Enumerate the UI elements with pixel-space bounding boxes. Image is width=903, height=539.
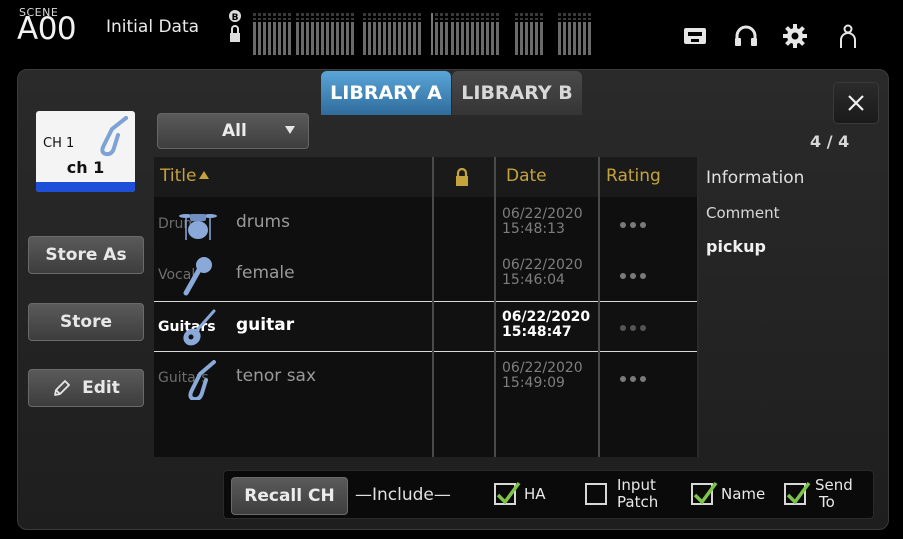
edit-button[interactable]: Edit <box>28 369 144 407</box>
user-icon[interactable] <box>835 23 861 49</box>
item-count: 4 / 4 <box>810 132 850 151</box>
include-input-patch-label: Input Patch <box>617 477 658 511</box>
store-button[interactable]: Store <box>28 303 144 341</box>
close-button[interactable] <box>833 82 879 124</box>
headphones-icon[interactable] <box>733 23 759 49</box>
comment-value: pickup <box>706 237 766 256</box>
edit-label: Edit <box>82 378 120 398</box>
row-date-day: 06/22/2020 <box>502 257 583 273</box>
level-meters <box>253 13 610 55</box>
column-date[interactable]: Date <box>506 166 547 186</box>
scene-name[interactable]: Initial Data <box>106 17 199 37</box>
recall-ch-button[interactable]: Recall CH <box>231 477 348 515</box>
saxophone-icon <box>100 116 128 157</box>
row-title: tenor sax <box>236 366 317 386</box>
comment-label: Comment <box>706 204 780 222</box>
row-date-time: 15:48:47 <box>502 324 572 340</box>
list-item[interactable]: Guitars tenor sax 06/22/2020 15:49:09 <box>154 353 699 404</box>
column-divider <box>494 157 496 457</box>
include-send-to-label: Send To <box>815 477 853 511</box>
row-date-day: 06/22/2020 <box>502 309 591 325</box>
row-date: 06/22/2020 15:49:09 <box>502 361 583 391</box>
meter-group <box>363 13 421 55</box>
include-send-to-checkbox[interactable] <box>784 481 811 505</box>
lock-icon[interactable] <box>454 167 470 187</box>
meter-group <box>515 13 543 55</box>
include-name-label: Name <box>721 485 766 503</box>
meter-group <box>451 13 499 55</box>
pencil-icon <box>54 380 71 396</box>
close-icon <box>848 95 864 111</box>
include-send-to-line1: Send <box>815 476 853 494</box>
include-input-patch-line1: Input <box>617 476 656 494</box>
gear-icon[interactable] <box>782 23 808 49</box>
channel-box[interactable]: CH 1 ch 1 <box>36 111 135 192</box>
list-border <box>697 157 699 457</box>
row-date-time: 15:48:13 <box>502 221 565 237</box>
column-title[interactable]: Title <box>160 166 210 186</box>
top-bar: SCENE A00 Initial Data B <box>0 0 903 68</box>
meter-group <box>296 13 354 55</box>
information-heading: Information <box>706 168 805 188</box>
meter-group <box>253 13 291 55</box>
drum-kit-icon <box>179 214 217 240</box>
scene-number[interactable]: A00 <box>17 14 77 45</box>
sort-ascending-icon <box>199 171 210 179</box>
row-rating[interactable] <box>620 222 650 228</box>
check-icon <box>786 481 811 505</box>
filter-value: All <box>222 121 247 141</box>
meter-group <box>431 13 448 55</box>
recall-bar: Recall CH —Include— HA Input Patch Name … <box>223 470 874 519</box>
include-input-patch-line2: Patch <box>617 493 659 511</box>
row-date-day: 06/22/2020 <box>502 206 583 222</box>
row-date-time: 15:49:09 <box>502 375 565 391</box>
check-icon <box>693 481 718 505</box>
include-send-to-line2: To <box>819 493 835 511</box>
include-input-patch-checkbox[interactable] <box>585 483 607 505</box>
saxophone-icon <box>188 360 216 400</box>
tab-library-a[interactable]: LIBRARY A <box>321 71 451 115</box>
row-rating[interactable] <box>620 376 650 382</box>
column-title-label: Title <box>160 166 197 186</box>
chevron-down-icon <box>285 126 295 134</box>
list-item[interactable]: Vocal female 06/22/2020 15:46:04 <box>154 250 699 301</box>
channel-label: CH 1 <box>43 136 75 151</box>
row-date: 06/22/2020 15:46:04 <box>502 258 583 288</box>
include-label: —Include— <box>355 485 451 505</box>
row-title: guitar <box>236 315 295 335</box>
library-panel: LIBRARY A LIBRARY B CH 1 ch 1 Store As S… <box>17 69 889 530</box>
list-item-selected[interactable]: Guitars guitar 06/22/2020 15:48:47 <box>154 301 699 352</box>
include-ha-label: HA <box>524 485 546 503</box>
row-rating[interactable] <box>620 325 650 331</box>
store-label: Store <box>60 312 112 332</box>
row-date-time: 15:46:04 <box>502 272 565 288</box>
list-item[interactable]: Drums drums 06/22/2020 15:48:13 <box>154 199 699 250</box>
include-name-checkbox[interactable] <box>691 481 718 505</box>
row-title: female <box>236 263 295 283</box>
row-date-day: 06/22/2020 <box>502 360 583 376</box>
row-rating[interactable] <box>620 273 650 279</box>
row-title: drums <box>236 212 290 232</box>
library-list[interactable]: Title Date Rating Drums drums 06/22/2020… <box>154 157 699 457</box>
acoustic-guitar-icon <box>183 309 216 346</box>
column-divider <box>598 157 600 457</box>
scene-lock-icon: B <box>229 10 241 42</box>
meter-group <box>558 13 591 55</box>
column-rating[interactable]: Rating <box>606 166 661 186</box>
row-date: 06/22/2020 15:48:47 <box>502 310 590 340</box>
channel-color-strip <box>36 182 135 192</box>
tab-library-b[interactable]: LIBRARY B <box>452 71 582 115</box>
store-as-button[interactable]: Store As <box>28 236 144 274</box>
channel-name: ch 1 <box>66 158 105 177</box>
svg-text:B: B <box>232 13 239 23</box>
row-date: 06/22/2020 15:48:13 <box>502 207 583 237</box>
list-header: Title Date Rating <box>154 157 699 197</box>
check-icon <box>496 481 521 505</box>
recorder-icon[interactable] <box>682 23 708 49</box>
column-divider <box>432 157 434 457</box>
category-filter-dropdown[interactable]: All <box>157 113 309 149</box>
store-as-label: Store As <box>45 245 127 265</box>
include-ha-checkbox[interactable] <box>494 481 521 505</box>
microphone-icon <box>183 257 212 296</box>
